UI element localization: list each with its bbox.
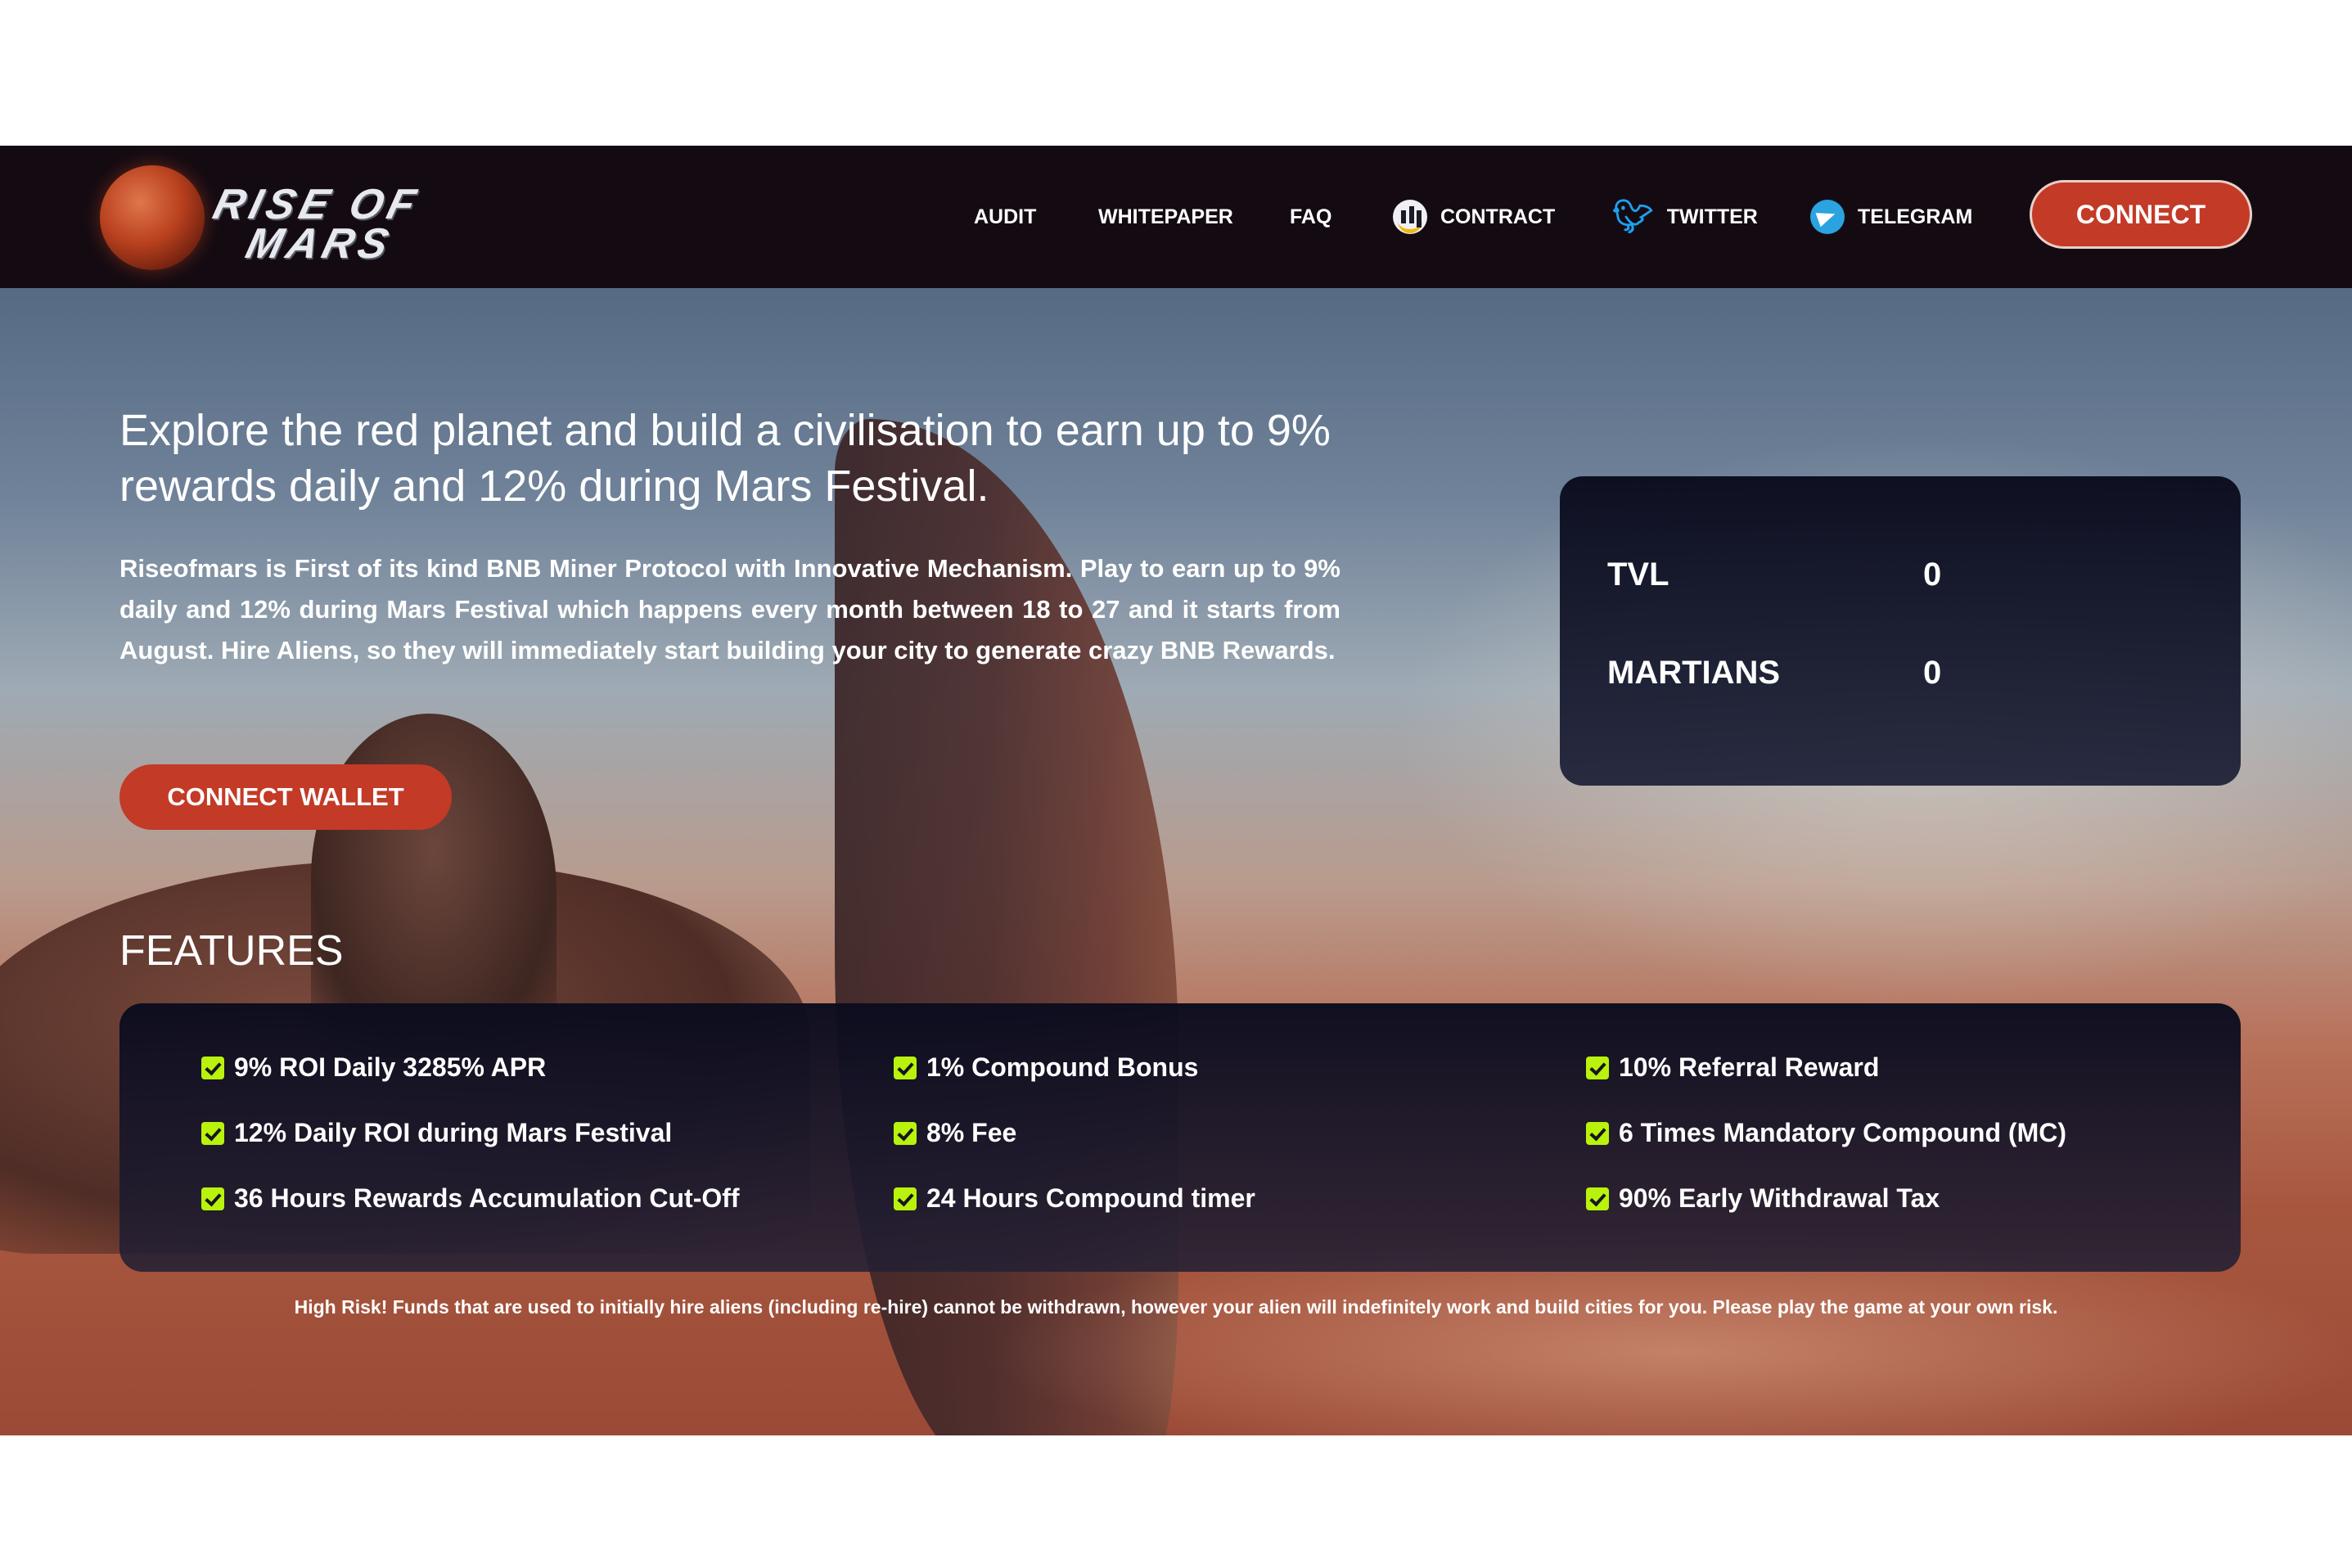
feature-label: 12% Daily ROI during Mars Festival bbox=[234, 1118, 673, 1147]
checkbox-check-icon bbox=[894, 1187, 917, 1210]
feature-item: 36 Hours Rewards Accumulation Cut-Off bbox=[201, 1183, 740, 1214]
checkbox-check-icon bbox=[201, 1056, 224, 1079]
nav-audit-label: AUDIT bbox=[974, 205, 1037, 228]
nav-whitepaper-link[interactable]: WHITEPAPER bbox=[1098, 196, 1233, 237]
stats-card: TVL 0 MARTIANS 0 bbox=[1560, 476, 2241, 786]
feature-label: 10% Referral Reward bbox=[1619, 1052, 1880, 1082]
hero-title: Explore the red planet and build a civil… bbox=[119, 406, 1331, 511]
nav-faq-link[interactable]: FAQ bbox=[1290, 196, 1331, 237]
feature-label: 24 Hours Compound timer bbox=[926, 1183, 1255, 1213]
feature-item: 1% Compound Bonus bbox=[894, 1052, 1198, 1083]
feature-item: 9% ROI Daily 3285% APR bbox=[201, 1052, 546, 1083]
nav-whitepaper-label: WHITEPAPER bbox=[1098, 205, 1233, 228]
logo-text-line2: MARS bbox=[241, 220, 399, 268]
nav-twitter-link[interactable]: 🐦︎ TWITTER bbox=[1612, 196, 1758, 237]
hero-section: Explore the red planet and build a civil… bbox=[0, 288, 2352, 1435]
feature-label: 1% Compound Bonus bbox=[926, 1052, 1199, 1082]
checkbox-check-icon bbox=[894, 1121, 917, 1145]
top-navbar: RISE OF MARS AUDIT WHITEPAPER FAQ CONTRA… bbox=[0, 146, 2352, 288]
tvl-value: 0 bbox=[1923, 556, 1942, 593]
nav-audit-link[interactable]: AUDIT bbox=[974, 196, 1036, 237]
feature-item: 12% Daily ROI during Mars Festival bbox=[201, 1118, 672, 1148]
martians-label: MARTIANS bbox=[1607, 655, 1781, 691]
checkbox-check-icon bbox=[1586, 1056, 1609, 1079]
feature-label: 90% Early Withdrawal Tax bbox=[1619, 1183, 1940, 1213]
checkbox-check-icon bbox=[894, 1056, 917, 1079]
nav-contract-label: CONTRACT bbox=[1440, 205, 1556, 228]
feature-item: 8% Fee bbox=[894, 1118, 1016, 1148]
feature-label: 8% Fee bbox=[926, 1118, 1017, 1147]
twitter-bird-icon: 🐦︎ bbox=[1612, 199, 1654, 235]
tvl-label: TVL bbox=[1607, 556, 1669, 593]
nav-contract-link[interactable]: CONTRACT bbox=[1393, 196, 1555, 237]
connect-wallet-button[interactable]: CONNECT WALLET bbox=[119, 764, 452, 830]
feature-label: 36 Hours Rewards Accumulation Cut-Off bbox=[234, 1183, 740, 1213]
nav-telegram-link[interactable]: TELEGRAM bbox=[1810, 196, 1972, 237]
martians-value: 0 bbox=[1923, 655, 1942, 691]
feature-item: 10% Referral Reward bbox=[1586, 1052, 1879, 1083]
checkbox-check-icon bbox=[1586, 1187, 1609, 1210]
feature-item: 24 Hours Compound timer bbox=[894, 1183, 1255, 1214]
bscscan-icon bbox=[1393, 200, 1427, 234]
hero-description: Riseofmars is First of its kind BNB Mine… bbox=[119, 554, 1340, 665]
rise-of-mars-logo[interactable]: RISE OF MARS bbox=[100, 165, 484, 272]
checkbox-check-icon bbox=[201, 1121, 224, 1145]
nav-twitter-label: TWITTER bbox=[1666, 205, 1758, 228]
nav-telegram-label: TELEGRAM bbox=[1858, 205, 1973, 228]
risk-disclaimer: High Risk! Funds that are used to initia… bbox=[294, 1296, 2058, 1318]
feature-item: 6 Times Mandatory Compound (MC) bbox=[1586, 1118, 2066, 1148]
checkbox-check-icon bbox=[201, 1187, 224, 1210]
checkbox-check-icon bbox=[1586, 1121, 1609, 1145]
features-heading: FEATURES bbox=[119, 927, 344, 975]
feature-label: 6 Times Mandatory Compound (MC) bbox=[1619, 1118, 2066, 1147]
feature-item: 90% Early Withdrawal Tax bbox=[1586, 1183, 1940, 1214]
feature-label: 9% ROI Daily 3285% APR bbox=[234, 1052, 547, 1082]
mars-planet-icon bbox=[100, 165, 205, 270]
connect-button[interactable]: CONNECT bbox=[2030, 180, 2252, 249]
nav-faq-label: FAQ bbox=[1290, 205, 1332, 228]
telegram-icon bbox=[1810, 200, 1845, 234]
features-card: 9% ROI Daily 3285% APR 12% Daily ROI dur… bbox=[119, 1003, 2241, 1272]
